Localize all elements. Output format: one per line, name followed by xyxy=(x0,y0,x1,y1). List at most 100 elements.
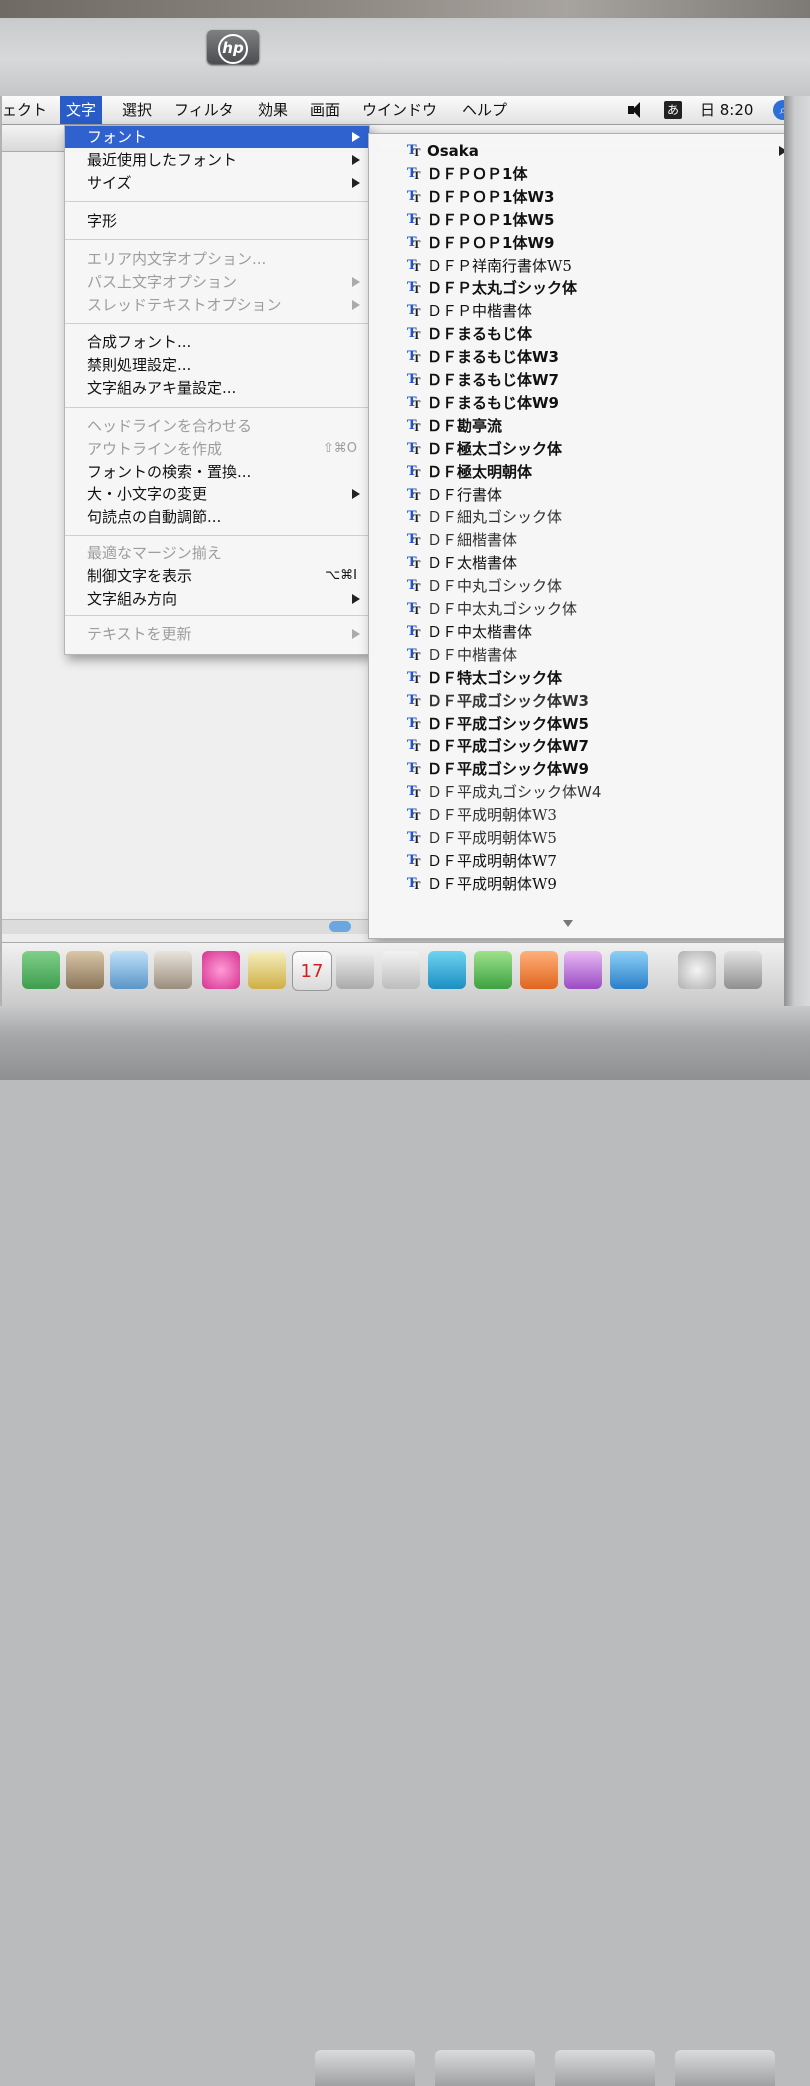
preview-icon[interactable] xyxy=(66,951,104,989)
font-item[interactable]: T T ＤＦまるもじ体 xyxy=(369,323,784,345)
menu-item-composite-font[interactable]: 合成フォント... xyxy=(65,331,369,353)
illustrator-icon[interactable] xyxy=(474,951,512,989)
menu-item-kinsoku[interactable]: 禁則処理設定... xyxy=(65,354,369,376)
monitor-button[interactable] xyxy=(435,2050,535,2086)
monitor-button[interactable] xyxy=(555,2050,655,2086)
font-item-label: ＤＦ平成丸ゴシック体W4 xyxy=(427,783,602,802)
font-item-label: ＤＦ平成明朝体W9 xyxy=(427,874,557,893)
font-item[interactable]: T T ＤＦ極太ゴシック体 xyxy=(369,438,784,460)
font-item[interactable]: T T ＤＦＰ中楷書体 xyxy=(369,300,784,322)
network-icon[interactable] xyxy=(110,951,148,989)
monitor-button[interactable] xyxy=(675,2050,775,2086)
font-item[interactable]: T T ＤＦまるもじ体W9 xyxy=(369,392,784,414)
disk-icon[interactable] xyxy=(678,951,716,989)
scroll-down-arrow-icon[interactable] xyxy=(563,920,573,927)
menu-help[interactable]: ヘルプ xyxy=(462,99,507,121)
menu-item-size[interactable]: サイズ xyxy=(65,172,369,194)
font-item[interactable]: T T ＤＦまるもじ体W7 xyxy=(369,369,784,391)
font-item[interactable]: T T ＤＦ平成明朝体W7 xyxy=(369,850,784,872)
submenu-arrow-icon xyxy=(352,629,360,639)
font-item[interactable]: T T ＤＦ平成ゴシック体W5 xyxy=(369,713,784,735)
font-item[interactable]: T T ＤＦ行書体 xyxy=(369,484,784,506)
font-item-label: Osaka xyxy=(427,142,479,160)
spotlight-search-icon[interactable]: ⌕ xyxy=(773,100,784,120)
font-item[interactable]: T T ＤＦＰＯＰ1体W9 xyxy=(369,232,784,254)
submenu-arrow-icon xyxy=(352,178,360,188)
menu-effects[interactable]: 効果 xyxy=(258,99,288,121)
font-item[interactable]: T T ＤＦ平成ゴシック体W7 xyxy=(369,735,784,757)
apple-icon[interactable] xyxy=(382,951,420,989)
font-item[interactable]: T T ＤＦ平成明朝体W5 xyxy=(369,827,784,849)
menu-view[interactable]: 画面 xyxy=(310,99,340,121)
font-item[interactable]: T T ＤＦＰ祥南行書体W5 xyxy=(369,255,784,277)
font-item[interactable]: T T ＤＦＰＯＰ1体W5 xyxy=(369,209,784,231)
itunes-icon[interactable] xyxy=(22,951,60,989)
font-item[interactable]: T T ＤＦ中楷書体 xyxy=(369,644,784,666)
truetype-icon: TT xyxy=(407,692,421,709)
truetype-icon: TT xyxy=(407,875,421,892)
font-item-label: ＤＦ中太楷書体 xyxy=(427,622,533,641)
menu-item-change-case[interactable]: 大・小文字の変更 xyxy=(65,483,369,505)
font-item[interactable]: T T ＤＦ極太明朝体 xyxy=(369,461,784,483)
menu-effect[interactable]: ェクト xyxy=(2,99,47,121)
font-item[interactable]: T T ＤＦ平成明朝体W9 xyxy=(369,873,784,895)
font-item[interactable]: T T ＤＦ中太丸ゴシック体 xyxy=(369,598,784,620)
font-item-label: ＤＦ平成ゴシック体W3 xyxy=(427,691,589,710)
truetype-icon: TT xyxy=(407,234,421,251)
font-item[interactable]: T T ＤＦ平成丸ゴシック体W4 xyxy=(369,781,784,803)
font-item-label: ＤＦまるもじ体W7 xyxy=(427,371,559,389)
font-item[interactable]: T T ＤＦ細丸ゴシック体 xyxy=(369,506,784,528)
textedit-icon[interactable] xyxy=(336,951,374,989)
calendar-icon[interactable]: 17 xyxy=(292,951,332,991)
font-item[interactable]: T T ＤＦ平成ゴシック体W3 xyxy=(369,690,784,712)
truetype-icon: TT xyxy=(407,165,421,182)
font-item[interactable]: T T ＤＦ細楷書体 xyxy=(369,529,784,551)
menu-type[interactable]: 文字 xyxy=(60,96,103,124)
messenger-icon[interactable] xyxy=(610,951,648,989)
photoshop-icon[interactable] xyxy=(520,951,558,989)
pencil-icon[interactable] xyxy=(248,951,286,989)
truetype-icon: TT xyxy=(407,807,421,824)
menu-item-label: アウトラインを作成 xyxy=(87,440,223,458)
font-item[interactable]: T T ＤＦ平成明朝体W3 xyxy=(369,804,784,826)
menu-item-shortcut: ⌥⌘I xyxy=(325,568,357,583)
speaker-icon[interactable] xyxy=(628,102,640,118)
font-item-label: ＤＦＰ太丸ゴシック体 xyxy=(427,279,578,298)
horizontal-scroll-thumb[interactable] xyxy=(329,921,351,932)
mail-icon[interactable] xyxy=(564,951,602,989)
font-item[interactable]: T T ＤＦ中丸ゴシック体 xyxy=(369,575,784,597)
font-item[interactable]: T T ＤＦ平成ゴシック体W9 xyxy=(369,758,784,780)
menu-item-mojikumi[interactable]: 文字組みアキ量設定... xyxy=(65,377,369,399)
menu-select[interactable]: 選択 xyxy=(122,99,152,121)
menu-item-fit-headline: ヘッドラインを合わせる xyxy=(65,415,369,437)
font-item[interactable]: T T Osaka xyxy=(369,140,784,162)
menu-item-recent-fonts[interactable]: 最近使用したフォント xyxy=(65,149,369,171)
font-item[interactable]: T T ＤＦ勘亭流 xyxy=(369,415,784,437)
font-item-label: ＤＦ中楷書体 xyxy=(427,645,518,664)
monitor-button[interactable] xyxy=(315,2050,415,2086)
menu-item-font[interactable]: フォント xyxy=(65,126,369,148)
menu-item-label: スレッドテキストオプション xyxy=(87,296,282,314)
font-item[interactable]: T T ＤＦ太楷書体 xyxy=(369,552,784,574)
dreamweaver-icon[interactable] xyxy=(428,951,466,989)
input-method-icon[interactable]: あ xyxy=(664,101,682,119)
font-item[interactable]: T T ＤＦＰＯＰ1体W3 xyxy=(369,186,784,208)
menu-item-orientation[interactable]: 文字組み方向 xyxy=(65,588,369,610)
eye-icon[interactable] xyxy=(154,951,192,989)
font-item[interactable]: T T ＤＦＰ太丸ゴシック体 xyxy=(369,277,784,299)
menu-clock[interactable]: 日 8:20 xyxy=(700,100,753,120)
font-item[interactable]: T T ＤＦ中太楷書体 xyxy=(369,621,784,643)
menu-window[interactable]: ウインドウ xyxy=(362,99,437,121)
font-item[interactable]: T T ＤＦＰＯＰ1体 xyxy=(369,163,784,185)
flower-icon[interactable] xyxy=(202,951,240,989)
menu-item-glyphs[interactable]: 字形 xyxy=(65,210,369,232)
menu-item-find-font[interactable]: フォントの検索・置換... xyxy=(65,461,369,483)
menu-item-smart-punctuation[interactable]: 句読点の自動調節... xyxy=(65,506,369,528)
menu-item-path-type: パス上文字オプション xyxy=(65,271,369,293)
trash-icon[interactable] xyxy=(724,951,762,989)
font-item[interactable]: T T ＤＦまるもじ体W3 xyxy=(369,346,784,368)
menu-filter[interactable]: フィルタ xyxy=(174,99,234,121)
font-item[interactable]: T T ＤＦ特太ゴシック体 xyxy=(369,667,784,689)
font-item-label: ＤＦ勘亭流 xyxy=(427,416,503,435)
menu-item-show-hidden[interactable]: 制御文字を表示 ⌥⌘I xyxy=(65,565,369,587)
